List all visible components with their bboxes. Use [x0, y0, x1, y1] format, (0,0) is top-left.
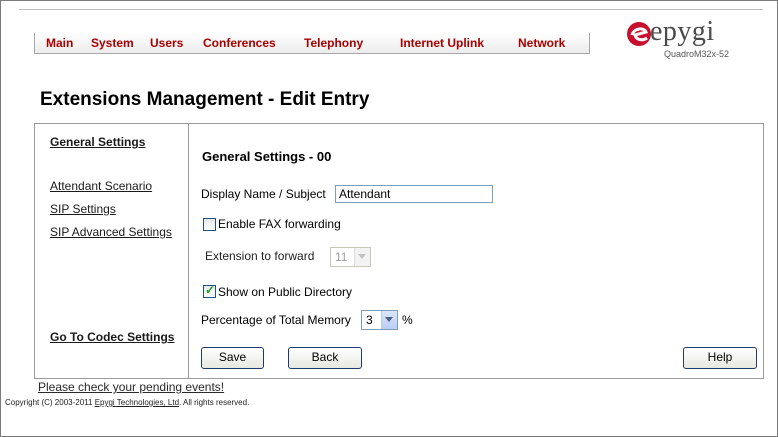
extension-forward-select: 11: [330, 247, 371, 267]
extension-forward-label: Extension to forward: [205, 249, 315, 263]
pending-events-link[interactable]: Please check your pending events!: [38, 380, 224, 394]
show-public-directory-checkbox[interactable]: ✓: [203, 283, 216, 298]
logo-wordmark: epygi: [650, 16, 715, 47]
sidebar-item-general-settings[interactable]: General Settings: [50, 135, 145, 149]
enable-fax-checkbox[interactable]: [203, 218, 216, 231]
copyright-notice: Copyright (C) 2003-2011 Epygi Technologi…: [5, 398, 249, 407]
device-model: QuadroM32x-52: [664, 49, 730, 59]
help-button[interactable]: Help: [683, 347, 757, 369]
settings-panel: General Settings Attendant Scenario SIP …: [34, 123, 764, 379]
copyright-suffix: . All rights reserved.: [179, 398, 250, 407]
sidebar-item-attendant-scenario[interactable]: Attendant Scenario: [50, 179, 152, 193]
sidebar-item-sip-settings[interactable]: SIP Settings: [50, 202, 116, 216]
display-name-label: Display Name / Subject: [201, 187, 326, 201]
chevron-down-icon: [381, 311, 397, 329]
nav-conferences[interactable]: Conferences: [203, 36, 276, 50]
top-divider: [19, 9, 763, 10]
main-navigation: Main System Users Conferences Telephony …: [34, 33, 590, 54]
nav-internet-uplink[interactable]: Internet Uplink: [400, 36, 484, 50]
general-settings-form: General Settings - 00 Display Name / Sub…: [189, 124, 763, 378]
display-name-input[interactable]: [335, 185, 493, 203]
nav-users[interactable]: Users: [150, 36, 183, 50]
memory-percentage-select[interactable]: 3: [361, 310, 398, 330]
sidebar-item-sip-advanced-settings[interactable]: SIP Advanced Settings: [50, 225, 172, 239]
app-window: Main System Users Conferences Telephony …: [0, 0, 778, 437]
checkmark-icon: ✓: [205, 283, 216, 297]
page-title: Extensions Management - Edit Entry: [40, 89, 370, 110]
company-link[interactable]: Epygi Technologies, Ltd: [95, 398, 179, 407]
memory-percentage-value: 3: [366, 313, 373, 327]
extension-forward-value: 11: [335, 250, 348, 264]
section-title: General Settings - 00: [202, 149, 332, 164]
nav-telephony[interactable]: Telephony: [304, 36, 363, 50]
back-button[interactable]: Back: [288, 347, 362, 369]
sidebar: General Settings Attendant Scenario SIP …: [35, 124, 189, 378]
memory-percentage-label: Percentage of Total Memory: [201, 313, 351, 327]
save-button[interactable]: Save: [201, 347, 264, 369]
nav-system[interactable]: System: [91, 36, 134, 50]
enable-fax-label: Enable FAX forwarding: [218, 217, 341, 231]
epygi-logo: epygi QuadroM32x-52: [626, 16, 761, 65]
show-public-directory-label: Show on Public Directory: [218, 285, 353, 299]
nav-network[interactable]: Network: [518, 36, 565, 50]
copyright-prefix: Copyright (C) 2003-2011: [5, 398, 95, 407]
go-to-codec-settings-link[interactable]: Go To Codec Settings: [50, 330, 174, 344]
nav-main[interactable]: Main: [46, 36, 73, 50]
percent-unit: %: [402, 313, 413, 327]
epygi-swoosh-logo-icon: [627, 22, 651, 46]
chevron-down-icon: [354, 248, 370, 266]
